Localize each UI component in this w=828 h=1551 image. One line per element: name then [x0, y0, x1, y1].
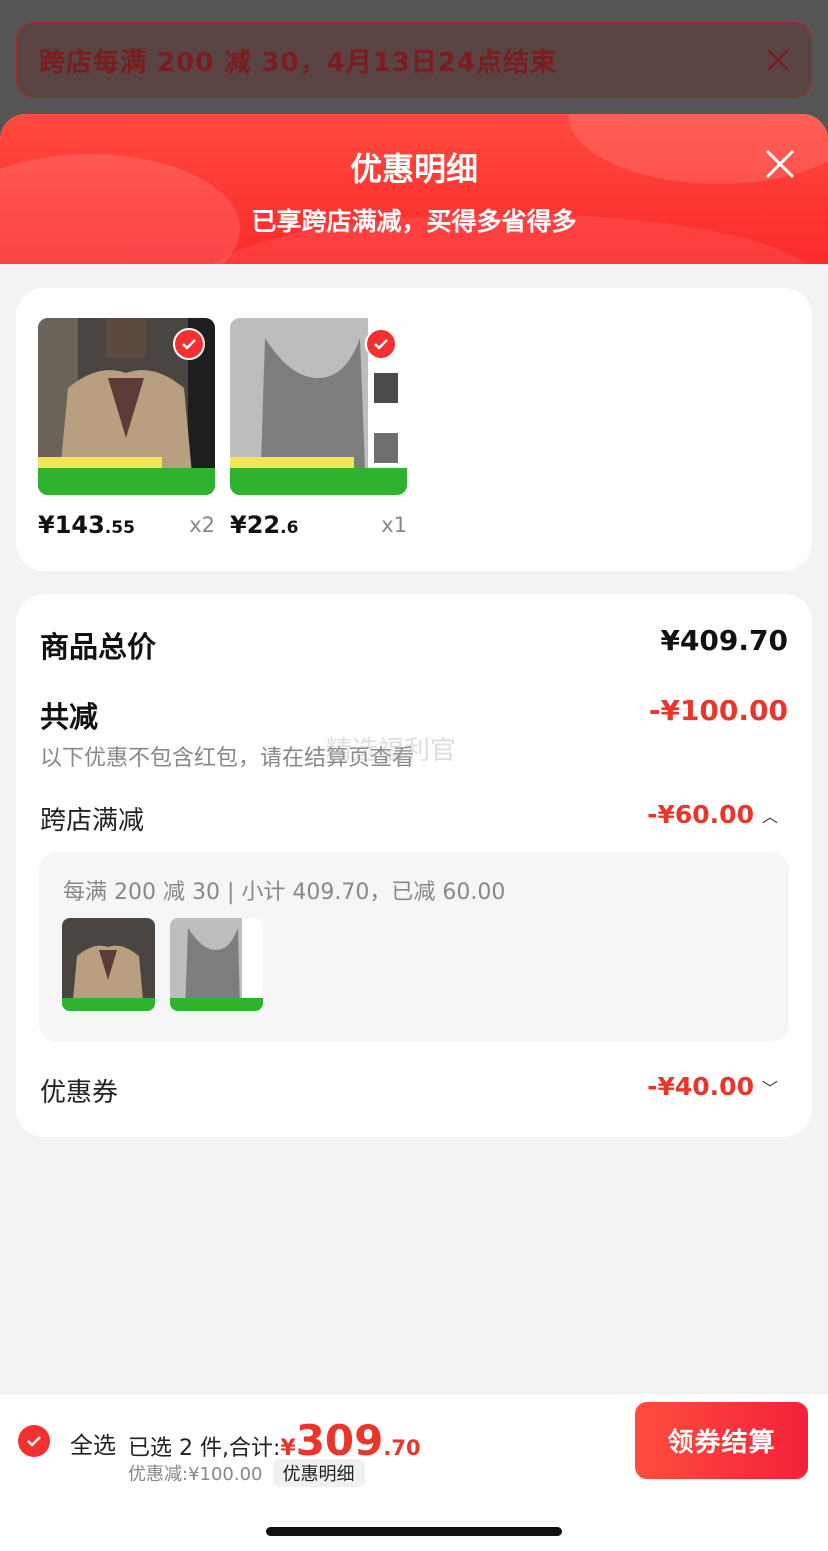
coupon-value: -¥40.00 ﹀	[647, 1072, 778, 1101]
product-item[interactable]: ¥22.6 x1	[230, 318, 407, 541]
chevron-down-icon[interactable]: ﹀	[762, 1075, 778, 1099]
cross-store-label: 跨店满减	[40, 806, 145, 836]
checked-icon[interactable]	[173, 328, 205, 360]
discount-detail-button[interactable]: 优惠明细	[272, 1459, 365, 1487]
close-icon[interactable]	[765, 47, 791, 73]
promo-date-strip	[38, 457, 162, 468]
product-thumbnail[interactable]	[230, 318, 407, 495]
product-thumbnail[interactable]	[38, 318, 215, 495]
tank-top-image	[170, 918, 263, 1011]
product-price: ¥22.6	[230, 511, 299, 539]
coupon-row[interactable]: 优惠券 -¥40.00 ﹀	[40, 1072, 788, 1109]
products-card: ¥143.55 x2 ¥22.6 x1	[16, 288, 812, 571]
total-integer: 309	[295, 1416, 384, 1465]
close-icon[interactable]	[764, 148, 796, 180]
total-price-row: 商品总价 ¥409.70	[40, 624, 788, 666]
select-all-checkbox[interactable]	[18, 1425, 50, 1457]
selected-count-text: 已选 2 件,合计:	[128, 1436, 281, 1461]
chevron-up-icon[interactable]: ︿	[762, 803, 778, 827]
mini-thumbnail	[62, 918, 155, 1011]
promo-banner: 跨店每满 200 减 30，4月13日24点结束	[16, 22, 812, 98]
promo-text: 跨店每满 200 减 30，4月13日24点结束	[39, 47, 558, 78]
coupon-label: 优惠券	[40, 1078, 119, 1108]
watermark: 精选福利官	[326, 736, 457, 766]
total-price-value: ¥409.70	[660, 624, 788, 657]
cross-store-row[interactable]: 跨店满减 -¥60.00 ︿	[40, 800, 788, 837]
product-item[interactable]: ¥143.55 x2	[38, 318, 215, 541]
check-icon	[27, 1436, 41, 1447]
cross-store-detail-text: 每满 200 减 30 | 小计 409.70，已减 60.00	[63, 880, 506, 905]
sheet-header: 优惠明细 已享跨店满减，买得多省得多	[0, 114, 828, 264]
checkout-button[interactable]: 领券结算	[635, 1402, 808, 1479]
total-price-label: 商品总价	[40, 630, 157, 664]
sheet-subtitle: 已享跨店满减，买得多省得多	[251, 207, 577, 236]
total-summary: 已选 2 件,合计: ¥ 309 .70	[128, 1416, 421, 1465]
checkout-bar: 全选 已选 2 件,合计: ¥ 309 .70 优惠减:¥100.00 优惠明细…	[0, 1393, 828, 1551]
currency-symbol: ¥	[280, 1436, 296, 1461]
product-quantity: x1	[381, 513, 407, 537]
promo-date-strip	[230, 457, 354, 468]
price-detail-card: 商品总价 ¥409.70 共减 -¥100.00 以下优惠不包含红包，请在结算页…	[16, 594, 812, 1137]
promo-strip	[38, 468, 215, 495]
product-price: ¥143.55	[38, 511, 135, 539]
discount-detail-sheet: 优惠明细 已享跨店满减，买得多省得多 ¥143.55 x2 ¥22.6 x1 商…	[0, 114, 828, 1551]
jacket-image	[62, 918, 155, 1011]
cross-store-value: -¥60.00 ︿	[647, 800, 778, 829]
mini-thumbnail	[170, 918, 263, 1011]
product-quantity: x2	[189, 513, 215, 537]
total-decimal: .70	[383, 1436, 421, 1460]
checked-icon[interactable]	[365, 328, 397, 360]
discount-amount-text: 优惠减:¥100.00	[128, 1464, 263, 1485]
total-discount-value: -¥100.00	[648, 694, 788, 727]
select-all-label[interactable]: 全选	[70, 1426, 116, 1460]
cross-store-detail-box: 每满 200 减 30 | 小计 409.70，已减 60.00	[39, 852, 789, 1042]
total-discount-label: 共减	[40, 700, 99, 734]
sheet-title: 优惠明细	[349, 150, 478, 188]
home-indicator	[266, 1527, 562, 1536]
promo-strip	[230, 468, 407, 495]
discount-summary: 优惠减:¥100.00 优惠明细	[128, 1459, 365, 1487]
